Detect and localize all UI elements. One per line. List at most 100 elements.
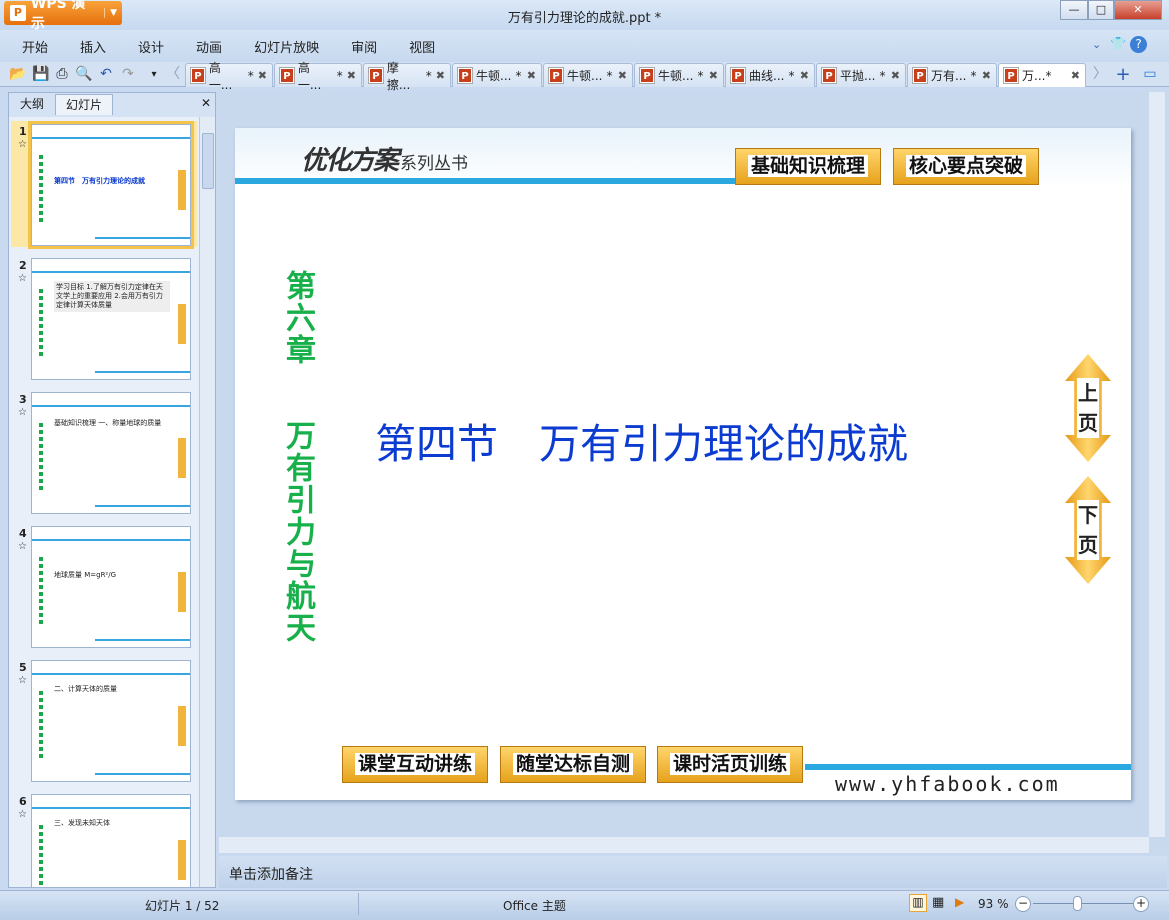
menu-slideshow[interactable]: 幻灯片放映 [254, 37, 319, 56]
collapse-ribbon-icon[interactable]: ⌄ [1092, 38, 1101, 51]
ppt-file-icon: P [548, 67, 564, 84]
close-tab-icon[interactable]: ✖ [800, 69, 809, 82]
doc-tab[interactable]: P 曲线... * ✖ [725, 63, 815, 87]
customize-toolbar-icon[interactable]: ▾ [145, 66, 163, 83]
doc-tab[interactable]: P 平抛... * ✖ [816, 63, 906, 87]
modified-mark: * [515, 68, 522, 83]
editor-vertical-scrollbar[interactable] [1149, 92, 1165, 837]
tab-label: 平抛... [840, 69, 876, 83]
thumb-text: 基础知识梳理 一、称量地球的质量 [54, 419, 162, 427]
close-tab-icon[interactable]: ✖ [618, 69, 627, 82]
editor-horizontal-scrollbar[interactable] [219, 837, 1149, 853]
minimize-button[interactable]: — [1060, 0, 1088, 20]
footer-stripe [805, 764, 1131, 770]
modified-mark: * [697, 68, 704, 83]
slide-number: 5 [19, 661, 27, 674]
new-tab-icon[interactable]: + [1114, 66, 1132, 84]
menu-animation[interactable]: 动画 [196, 37, 222, 56]
thumb-text: 学习目标 1.了解万有引力定律在天文学上的重要应用 2.会用万有引力定律计算天体… [54, 281, 170, 312]
slide-thumbnail-2[interactable]: 学习目标 1.了解万有引力定律在天文学上的重要应用 2.会用万有引力定律计算天体… [31, 258, 191, 380]
menu-design[interactable]: 设计 [138, 37, 164, 56]
doc-tab[interactable]: P 高一... * ✖ [185, 61, 273, 92]
doc-tab-active[interactable]: P 万...* ✖ [998, 63, 1086, 87]
chapter-label: 第六章 [280, 270, 315, 366]
slide-thumbnail-3[interactable]: 基础知识梳理 一、称量地球的质量 [31, 392, 191, 514]
close-tab-icon[interactable]: ✖ [709, 69, 718, 82]
save-icon[interactable]: 💾 [32, 66, 50, 83]
menu-insert[interactable]: 插入 [80, 37, 106, 56]
doc-tab[interactable]: P 牛顿... * ✖ [634, 63, 724, 87]
class-interaction-button[interactable]: 课堂互动讲练 [342, 746, 488, 783]
slide-thumbnail-5[interactable]: 二、计算天体的质量 [31, 660, 191, 782]
homework-button[interactable]: 课时活页训练 [657, 746, 803, 783]
slide-sorter-icon[interactable]: ▦ [932, 895, 944, 910]
zoom-slider-thumb[interactable] [1073, 896, 1082, 911]
slide-thumbnail-4[interactable]: 地球质量 M=gR²/G [31, 526, 191, 648]
close-tab-icon[interactable]: ✖ [982, 69, 991, 82]
menu-home[interactable]: 开始 [22, 37, 48, 56]
window-list-icon[interactable]: ▭ [1141, 66, 1159, 83]
print-preview-icon[interactable]: 🔍 [75, 66, 93, 83]
previous-page-button[interactable]: 上页 [1065, 354, 1111, 462]
redo-icon[interactable]: ↷ [119, 66, 137, 83]
zoom-slider[interactable] [1033, 903, 1133, 904]
ppt-file-icon: P [279, 67, 295, 84]
skin-icon[interactable]: 👕 [1110, 37, 1126, 52]
undo-icon[interactable]: ↶ [97, 66, 115, 83]
slide-counter: 幻灯片 1 / 52 [145, 899, 220, 913]
notes-field[interactable]: 单击添加备注 [219, 856, 1167, 888]
tab-outline[interactable]: 大纲 [11, 94, 53, 115]
open-icon[interactable]: 📂 [9, 66, 27, 83]
help-icon[interactable]: ? [1130, 36, 1147, 53]
close-button[interactable]: ✕ [1114, 0, 1162, 20]
document-tab-bar: 📂 💾 ⎙ 🔍 ↶ ↷ ▾ 〈 P 高一... * ✖ P 高一... * ✖ P 摩擦...… [0, 61, 1169, 92]
close-tab-icon[interactable]: ✖ [527, 69, 536, 82]
scroll-tabs-left-icon[interactable]: 〈 [164, 66, 182, 83]
slide-number: 2 [19, 259, 27, 272]
print-icon[interactable]: ⎙ [53, 66, 71, 83]
key-points-button[interactable]: 核心要点突破 [893, 148, 1039, 185]
self-test-button[interactable]: 随堂达标自测 [500, 746, 646, 783]
slideshow-icon[interactable]: ▶ [955, 895, 964, 909]
chapter-title: 万有引力与航天 [280, 420, 315, 644]
modified-mark: * [247, 68, 254, 83]
tab-slides[interactable]: 幻灯片 [55, 94, 113, 115]
next-page-button[interactable]: 下页 [1065, 476, 1111, 584]
doc-tab[interactable]: P 牛顿... * ✖ [452, 63, 542, 87]
slide-thumbnail-6[interactable]: 三、发现未知天体 [31, 794, 191, 887]
zoom-out-button[interactable]: − [1015, 896, 1031, 912]
doc-tab[interactable]: P 万有... * ✖ [907, 63, 997, 87]
slide-canvas[interactable]: 优化方案 系列丛书 基础知识梳理 核心要点突破 第六章 万有引力与航天 第四节 万… [235, 128, 1131, 800]
website-url: www.yhfabook.com [835, 772, 1060, 796]
thumb-text: 地球质量 M=gR²/G [54, 571, 117, 579]
menu-review[interactable]: 审阅 [351, 37, 377, 56]
close-tab-icon[interactable]: ✖ [1071, 69, 1080, 82]
slide-number: 1 [19, 125, 27, 138]
close-tab-icon[interactable]: ✖ [436, 69, 445, 82]
close-panel-icon[interactable]: ✕ [201, 96, 211, 110]
ppt-file-icon: P [368, 67, 384, 84]
menu-bar: 开始 插入 设计 动画 幻灯片放映 审阅 视图 ⌄ 👕 ? [0, 30, 1169, 62]
doc-tab[interactable]: P 牛顿... * ✖ [543, 63, 633, 87]
menu-view[interactable]: 视图 [409, 37, 435, 56]
slide-thumbnail-1[interactable]: 第四节 万有引力理论的成就 [28, 121, 194, 249]
maximize-button[interactable]: □ [1088, 0, 1114, 20]
zoom-in-button[interactable]: + [1133, 896, 1149, 912]
ppt-file-icon: P [730, 67, 746, 84]
doc-tab[interactable]: P 高一... * ✖ [274, 61, 362, 92]
basic-knowledge-button[interactable]: 基础知识梳理 [735, 148, 881, 185]
thumbnail-scrollbar[interactable] [199, 117, 215, 887]
tab-label: 万有... [931, 69, 967, 83]
scrollbar-thumb[interactable] [202, 133, 214, 189]
close-tab-icon[interactable]: ✖ [347, 69, 356, 82]
tab-label: 牛顿... [476, 69, 512, 83]
logo: 优化方案 系列丛书 [301, 146, 469, 176]
normal-view-icon[interactable]: ▥ [909, 894, 927, 912]
thumb-text: 三、发现未知天体 [54, 819, 110, 827]
scroll-tabs-right-icon[interactable]: 〉 [1091, 66, 1109, 83]
tab-label: 万...* [1022, 69, 1052, 83]
close-tab-icon[interactable]: ✖ [891, 69, 900, 82]
close-tab-icon[interactable]: ✖ [258, 69, 267, 82]
modified-mark: * [879, 68, 886, 83]
doc-tab[interactable]: P 摩擦... * ✖ [363, 61, 451, 92]
